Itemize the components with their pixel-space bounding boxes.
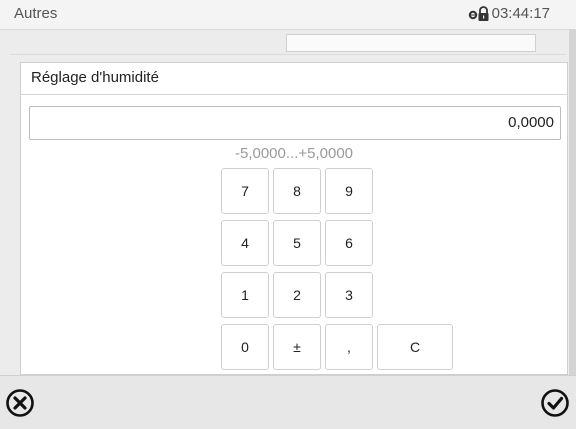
- close-circle-icon: [6, 389, 34, 417]
- confirm-button[interactable]: [540, 388, 570, 418]
- key-clear[interactable]: C: [377, 324, 453, 370]
- status-bar: Autres 03:44:17: [0, 0, 576, 30]
- key-4[interactable]: 4: [221, 220, 269, 266]
- key-8[interactable]: 8: [273, 168, 321, 214]
- cancel-button[interactable]: [5, 388, 35, 418]
- lock-icon: [468, 5, 490, 22]
- scrollbar[interactable]: [569, 30, 576, 429]
- key-6[interactable]: 6: [325, 220, 373, 266]
- key-2[interactable]: 2: [273, 272, 321, 318]
- status-title: Autres: [14, 5, 58, 22]
- key-0[interactable]: 0: [221, 324, 269, 370]
- humidity-dialog: Réglage d'humidité 0,0000 -5,0000...+5,0…: [20, 62, 568, 375]
- status-right: 03:44:17: [468, 5, 550, 22]
- checkmark-circle-icon: [541, 389, 569, 417]
- key-3[interactable]: 3: [325, 272, 373, 318]
- footer-bar: [0, 375, 576, 429]
- value-input[interactable]: 0,0000: [29, 106, 561, 140]
- key-comma[interactable]: ,: [325, 324, 373, 370]
- background-field: [286, 34, 536, 52]
- clock-time: 03:44:17: [491, 5, 550, 22]
- key-1[interactable]: 1: [221, 272, 269, 318]
- screen: Autres 03:44:17 Réglage d'humidité 0,000…: [0, 0, 576, 429]
- range-label: -5,0000...+5,0000: [234, 145, 353, 162]
- key-7[interactable]: 7: [221, 168, 269, 214]
- key-9[interactable]: 9: [325, 168, 373, 214]
- dialog-header: Réglage d'humidité: [21, 63, 567, 95]
- key-5[interactable]: 5: [273, 220, 321, 266]
- background-divider: [10, 54, 566, 55]
- key-sign[interactable]: ±: [273, 324, 321, 370]
- dialog-title: Réglage d'humidité: [31, 69, 159, 86]
